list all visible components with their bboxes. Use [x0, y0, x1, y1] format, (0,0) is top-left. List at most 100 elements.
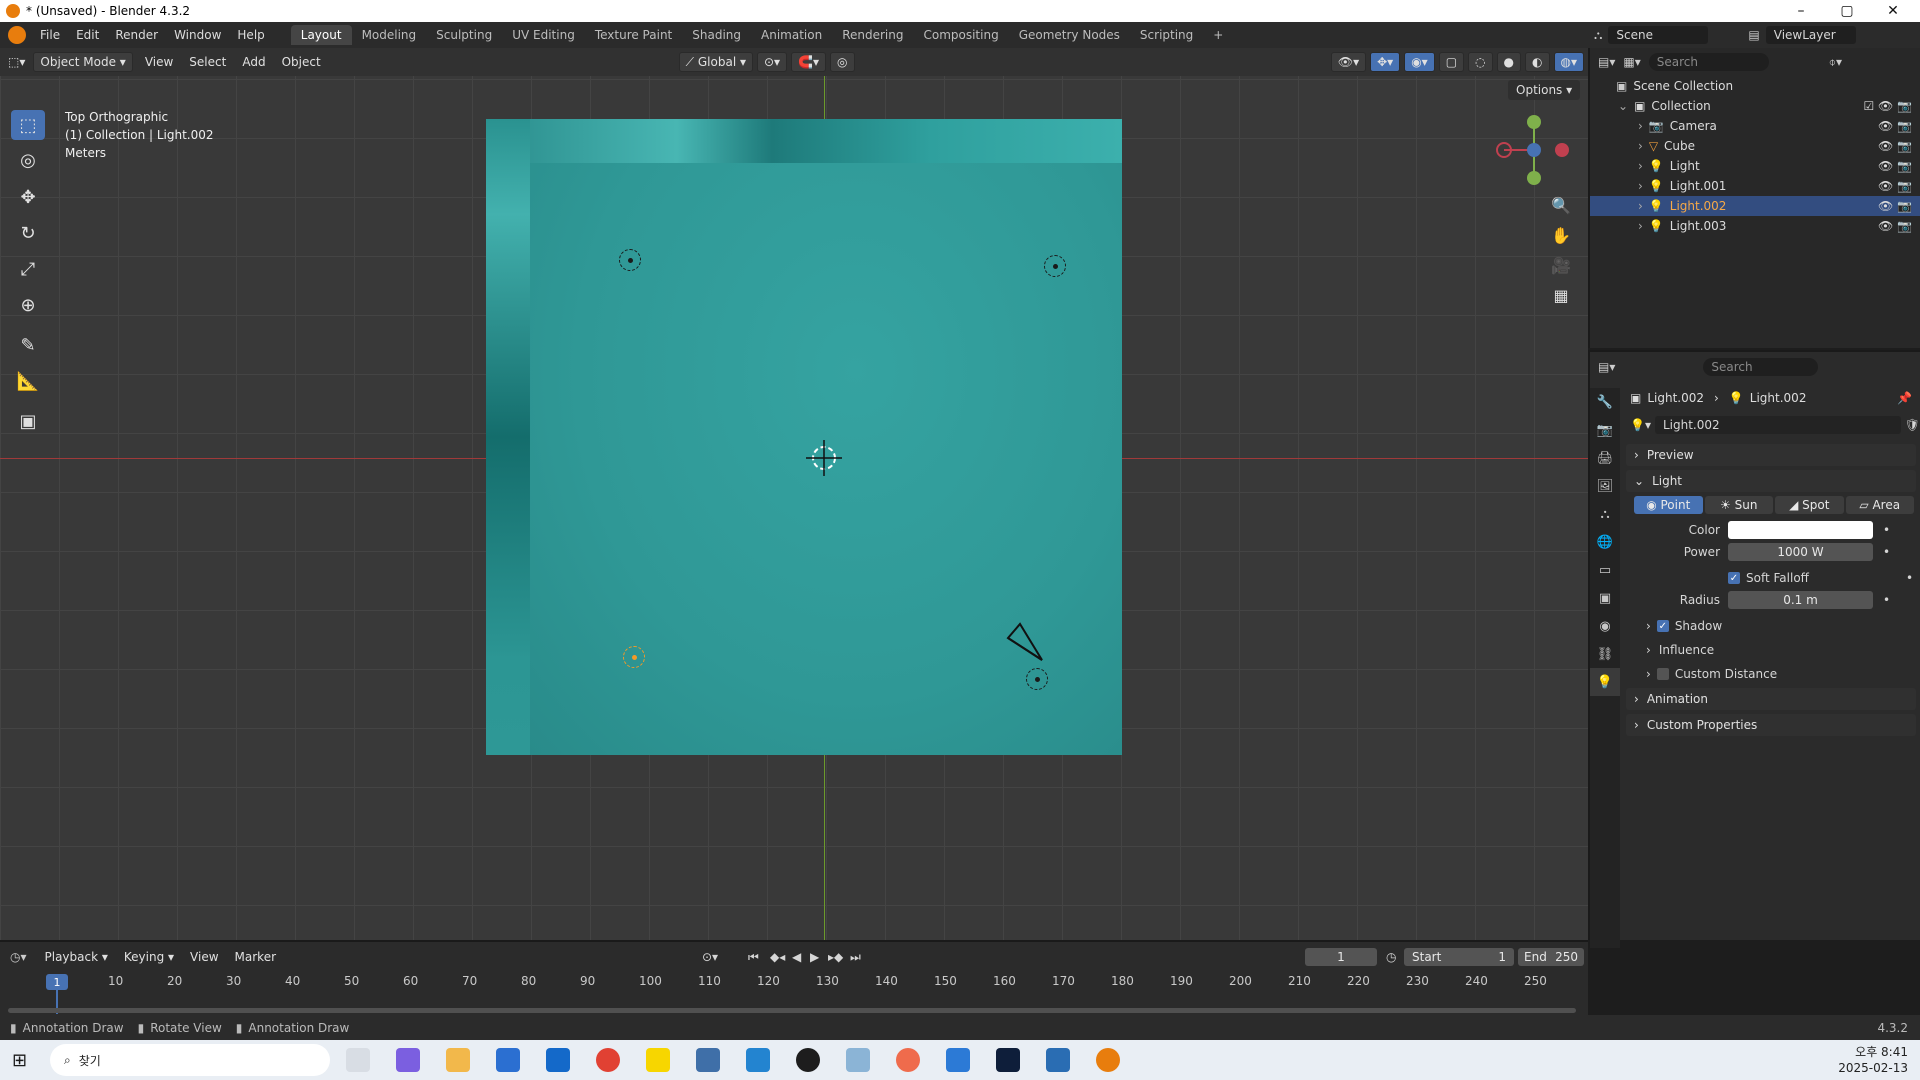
- xray-toggle[interactable]: ▢: [1438, 52, 1465, 72]
- menu-render[interactable]: Render: [107, 28, 166, 42]
- outliner-item-light[interactable]: › 💡 Light 👁 📷: [1590, 156, 1920, 176]
- keyframe-dot-icon[interactable]: •: [1906, 571, 1913, 585]
- shading-material-button[interactable]: ◐: [1525, 52, 1550, 72]
- chevron-down-icon[interactable]: ⌄: [1618, 99, 1628, 113]
- recorder-icon[interactable]: [796, 1048, 820, 1072]
- menu-select[interactable]: Select: [181, 55, 234, 69]
- collection-label[interactable]: Collection: [1651, 99, 1710, 113]
- kakaotalk-icon[interactable]: [646, 1048, 670, 1072]
- visibility-toggles[interactable]: 👁 📷: [1878, 219, 1912, 233]
- chrome-icon[interactable]: [596, 1048, 620, 1072]
- shading-rendered-button[interactable]: ◍▾: [1553, 52, 1584, 72]
- color-swatch[interactable]: [1728, 521, 1873, 539]
- add-cube-tool[interactable]: ▣: [11, 406, 45, 436]
- timeline-scrollbar[interactable]: [8, 1008, 1576, 1013]
- outliner-editor-icon[interactable]: ▤▾: [1598, 55, 1615, 69]
- ortho-toggle-icon[interactable]: ▦: [1548, 282, 1574, 308]
- radius-field[interactable]: 0.1 m: [1728, 591, 1873, 609]
- outliner-item-cube[interactable]: › ▽ Cube 👁 📷: [1590, 136, 1920, 156]
- influence-subpanel-header[interactable]: › Influence: [1646, 640, 1906, 660]
- menu-keying[interactable]: Keying ▾: [116, 950, 182, 964]
- system-clock[interactable]: 오후 8:41 2025-02-13: [1838, 1044, 1908, 1076]
- select-box-tool[interactable]: ⬚: [11, 110, 45, 140]
- outliner-search-input[interactable]: Search: [1648, 53, 1769, 71]
- copilot-icon[interactable]: [396, 1048, 420, 1072]
- filter-icon[interactable]: ⌽▾: [1829, 55, 1842, 70]
- output-tab-icon[interactable]: 🖨: [1590, 444, 1620, 472]
- menu-object[interactable]: Object: [274, 55, 329, 69]
- play-reverse-button[interactable]: ◀: [792, 950, 801, 964]
- end-frame-field[interactable]: End 250: [1518, 948, 1584, 966]
- fake-user-shield-icon[interactable]: 🛡: [1905, 418, 1920, 432]
- tab-uv-editing[interactable]: UV Editing: [502, 25, 585, 45]
- timeline-editor-icon[interactable]: ◷▾: [10, 950, 27, 964]
- app-icon-2[interactable]: [946, 1048, 970, 1072]
- snap-toggle[interactable]: 🧲▾: [791, 52, 827, 72]
- options-dropdown[interactable]: Options ▾: [1508, 80, 1581, 100]
- blender-menu-icon[interactable]: [8, 26, 26, 44]
- keyframe-dot-icon[interactable]: •: [1883, 593, 1890, 607]
- outliner-item-camera[interactable]: › 📷 Camera 👁 📷: [1590, 116, 1920, 136]
- world-tab-icon[interactable]: 🌐: [1590, 528, 1620, 556]
- light-icon[interactable]: [619, 249, 641, 271]
- datablock-name-field[interactable]: Light.002: [1654, 416, 1901, 434]
- visibility-toggles[interactable]: 👁 📷: [1878, 179, 1912, 193]
- visibility-toggles[interactable]: 👁 📷: [1878, 119, 1912, 133]
- 3d-cursor-icon[interactable]: [804, 438, 844, 478]
- firefox-icon[interactable]: [896, 1048, 920, 1072]
- shadow-subpanel-header[interactable]: › ✓ Shadow: [1646, 616, 1906, 636]
- display-mode-icon[interactable]: ▦▾: [1623, 55, 1640, 69]
- file-explorer-icon[interactable]: [446, 1048, 470, 1072]
- shading-solid-button[interactable]: ●: [1496, 52, 1522, 72]
- tab-sculpting[interactable]: Sculpting: [426, 25, 502, 45]
- view-layer-selector[interactable]: ViewLayer: [1765, 26, 1856, 44]
- visibility-button[interactable]: 👁▾: [1330, 52, 1367, 72]
- visibility-toggles[interactable]: 👁 📷: [1878, 199, 1912, 213]
- mode-dropdown[interactable]: Object Mode ▾: [33, 52, 133, 72]
- menu-playback[interactable]: Playback ▾: [37, 950, 116, 964]
- tab-geometry-nodes[interactable]: Geometry Nodes: [1009, 25, 1130, 45]
- store-icon[interactable]: [496, 1048, 520, 1072]
- start-frame-field[interactable]: Start 1: [1404, 948, 1514, 966]
- proportional-edit-toggle[interactable]: ◎: [830, 52, 855, 72]
- pin-icon[interactable]: 📌: [1897, 391, 1912, 405]
- custom-distance-subpanel-header[interactable]: › Custom Distance: [1646, 664, 1906, 684]
- custom-distance-checkbox[interactable]: [1656, 668, 1669, 680]
- calculator-icon[interactable]: [696, 1048, 720, 1072]
- camera-icon[interactable]: [1000, 618, 1050, 668]
- maximize-button[interactable]: ▢: [1824, 0, 1870, 22]
- windows-start-icon[interactable]: ⊞: [12, 1050, 27, 1071]
- tab-modeling[interactable]: Modeling: [352, 25, 427, 45]
- pivot-point-button[interactable]: ⊙▾: [757, 52, 788, 72]
- preview-panel-header[interactable]: › Preview: [1626, 444, 1916, 466]
- use-preview-range-icon[interactable]: ◷: [1386, 950, 1396, 964]
- close-button[interactable]: ✕: [1870, 0, 1916, 22]
- object-tab-icon[interactable]: ▣: [1590, 584, 1620, 612]
- light-type-point-button[interactable]: ◉ Point: [1634, 496, 1703, 514]
- physics-tab-icon[interactable]: ◉: [1590, 612, 1620, 640]
- tool-tab-icon[interactable]: 🔧: [1590, 388, 1620, 416]
- tab-shading[interactable]: Shading: [682, 25, 751, 45]
- outliner-item-light-001[interactable]: › 💡 Light.001 👁 📷: [1590, 176, 1920, 196]
- play-button[interactable]: ▶: [810, 950, 819, 964]
- shading-wireframe-button[interactable]: ◌: [1468, 52, 1493, 72]
- taskbar-search-box[interactable]: ⌕ 찾기: [50, 1044, 330, 1076]
- next-keyframe-button[interactable]: ▸◆: [828, 950, 843, 964]
- scale-tool[interactable]: ⤢: [11, 254, 45, 284]
- light-type-spot-button[interactable]: ◢ Spot: [1775, 496, 1844, 514]
- menu-view[interactable]: View: [137, 55, 181, 69]
- tab-animation[interactable]: Animation: [751, 25, 832, 45]
- menu-marker[interactable]: Marker: [227, 950, 284, 964]
- constraints-tab-icon[interactable]: ⛓: [1590, 640, 1620, 668]
- overlay-toggle[interactable]: ◉▾: [1404, 52, 1435, 72]
- power-field[interactable]: 1000 W: [1728, 543, 1873, 561]
- view-layer-tab-icon[interactable]: 🖼: [1590, 472, 1620, 500]
- move-tool[interactable]: ✥: [11, 182, 45, 212]
- outlook-icon[interactable]: [546, 1048, 570, 1072]
- soft-falloff-checkbox[interactable]: ✓: [1728, 572, 1740, 584]
- gizmo-toggle[interactable]: ✥▾: [1370, 52, 1401, 72]
- zoom-icon[interactable]: 🔍: [1548, 192, 1574, 218]
- render-tab-icon[interactable]: 📷: [1590, 416, 1620, 444]
- jump-end-button[interactable]: ⏭: [850, 950, 861, 965]
- visibility-toggles[interactable]: 👁 📷: [1878, 139, 1912, 153]
